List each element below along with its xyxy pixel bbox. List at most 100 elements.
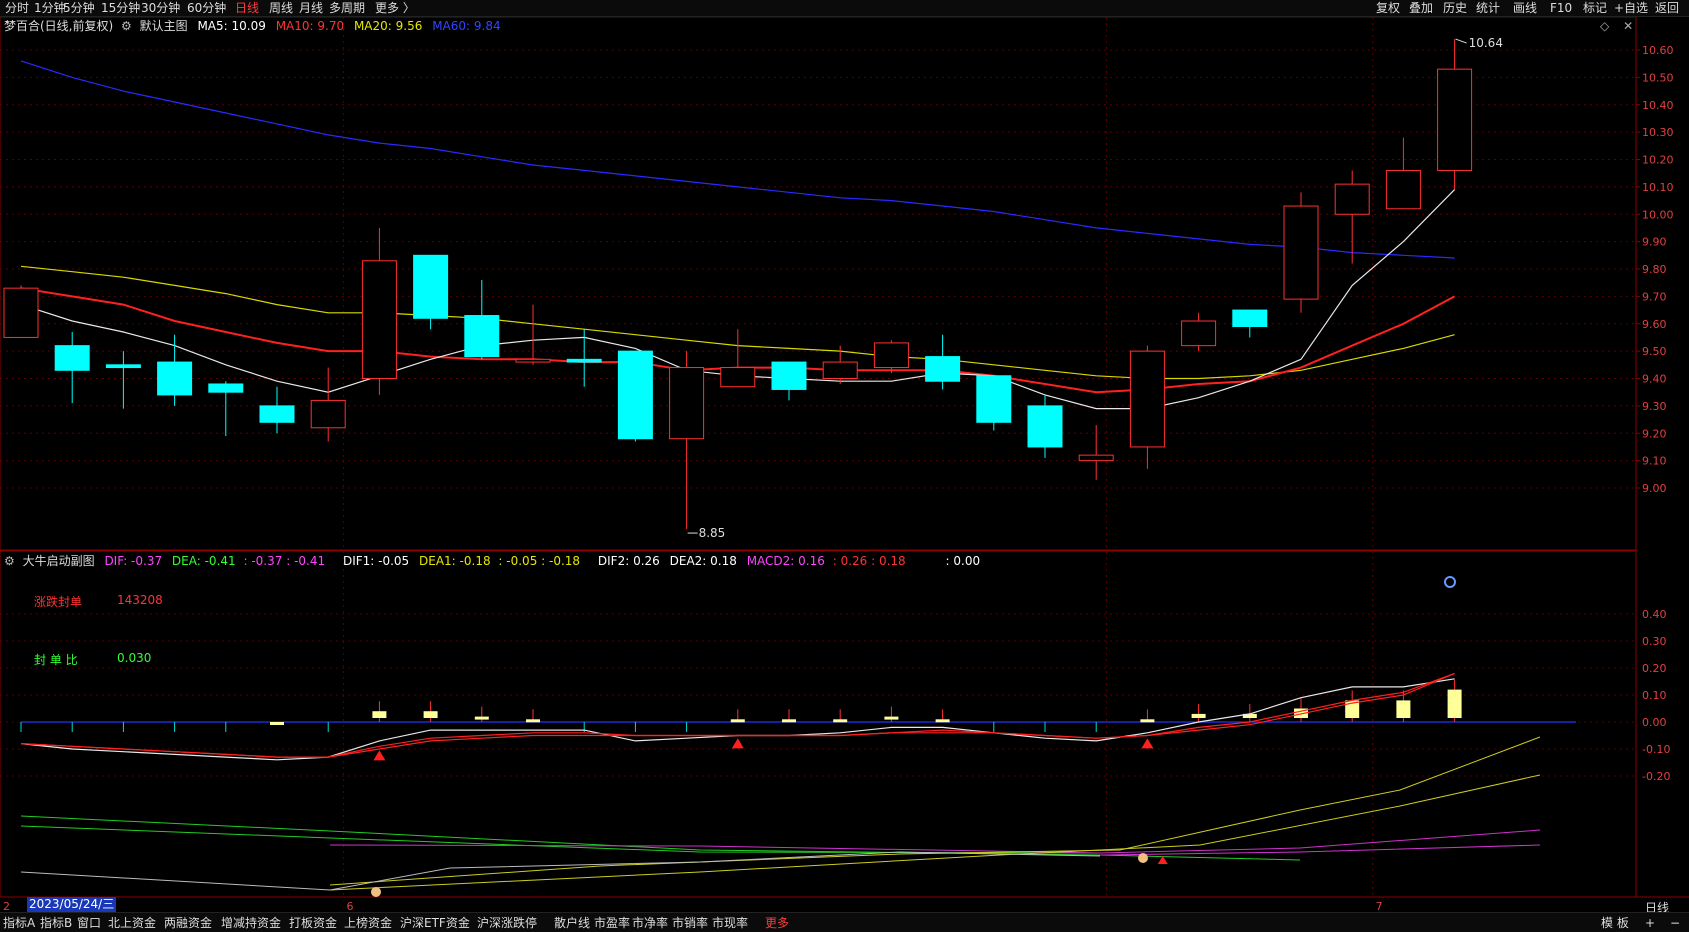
sub-bar (833, 719, 848, 723)
sub-title[interactable]: 大牛启动副图 (23, 554, 95, 568)
limit-label: 涨跌封单 (34, 595, 83, 609)
price-tick-label: 9.80 (1642, 263, 1667, 276)
toolbar-button-1[interactable]: 叠加 (1409, 0, 1433, 16)
dif-value: DIF: -0.37 (104, 554, 163, 568)
candle-body (208, 383, 244, 393)
main-chart-info: 梦百合(日线,前复权) ⚙ 默认主图 MA5: 10.09 MA10: 9.70… (4, 18, 501, 34)
bottom-right-button-1[interactable]: + (1645, 915, 1655, 931)
ma10-value: MA10: 9.70 (275, 19, 345, 33)
toolbar-button-6[interactable]: 标记 (1583, 0, 1607, 16)
bottom-tab-10[interactable]: 散户线 (554, 915, 590, 931)
sub-bar (526, 719, 540, 723)
ma5-value: MA5: 10.09 (197, 19, 266, 33)
candle-body (54, 345, 90, 371)
toolbar-button-4[interactable]: 画线 (1513, 0, 1537, 16)
close-icon[interactable]: ✕ (1623, 19, 1633, 33)
price-tick-label: 10.20 (1642, 154, 1674, 167)
bottom-tab-7[interactable]: 上榜资金 (344, 915, 392, 931)
bottom-tab-9[interactable]: 沪深涨跌停 (477, 915, 537, 931)
sub-bar (474, 716, 489, 720)
tab-8[interactable]: 月线 (299, 0, 323, 16)
tab-7[interactable]: 周线 (269, 0, 293, 16)
main-chart-controls: ◇ ✕ (1600, 18, 1633, 34)
candle-body (925, 356, 961, 382)
chart-canvas[interactable]: 10.60 10.50 10.40 10.30 10.20 10.10 10.00 9.90 9… (0, 0, 1689, 931)
bottom-tab-1[interactable]: 指标B (40, 915, 72, 931)
candle-body (873, 342, 909, 369)
bottom-tab-4[interactable]: 两融资金 (164, 915, 212, 931)
sub-bar (1191, 713, 1206, 718)
bottom-tab-13[interactable]: 市销率 (672, 915, 708, 931)
toolbar-button-0[interactable]: 复权 (1376, 0, 1400, 16)
tab-9[interactable]: 多周期 (329, 0, 365, 16)
sub-band-line-0 (20, 815, 1301, 861)
sub-bar (270, 722, 284, 725)
toolbar-button-8[interactable]: 返回 (1655, 0, 1679, 16)
sub-bar (1140, 719, 1155, 723)
candle-body (976, 375, 1012, 423)
candle-body (1334, 183, 1370, 215)
high-label: 10.64 (1469, 36, 1503, 50)
sub-tick-label: -0.10 (1642, 743, 1670, 756)
toolbar-button-7[interactable]: +自选 (1614, 0, 1648, 16)
tab-6[interactable]: 日线 (235, 0, 259, 16)
macd2-value: MACD2: 0.16 (746, 554, 825, 568)
bottom-tab-3[interactable]: 北上资金 (108, 915, 156, 931)
bottom-tab-6[interactable]: 打板资金 (289, 915, 337, 931)
pair3-value: : 0.26 : 0.18 (832, 554, 906, 568)
candle-body (1129, 350, 1165, 448)
bottom-tab-11[interactable]: 市盈率 (594, 915, 630, 931)
extra-value: : 0.00 (945, 554, 981, 568)
bottom-tab-5[interactable]: 增减持资金 (221, 915, 281, 931)
tab-2[interactable]: 5分钟 (63, 0, 95, 16)
bottom-tab-8[interactable]: 沪深ETF资金 (400, 915, 470, 931)
candle-body (157, 361, 193, 396)
sub-tick-label: 0.30 (1642, 635, 1667, 648)
sub-band-line-3 (329, 736, 1541, 886)
price-tick-label: 9.00 (1642, 482, 1667, 495)
low-label: 8.85 (699, 526, 726, 540)
toolbar-button-3[interactable]: 统计 (1476, 0, 1500, 16)
dea2-value: DEA2: 0.18 (669, 554, 737, 568)
bottom-tab-2[interactable]: 窗口 (77, 915, 101, 931)
tab-1[interactable]: 1分钟 (34, 0, 66, 16)
cursor-date: 2023/05/24/三 (27, 897, 117, 912)
bottom-indicator-bar: 指标A 指标B 窗口 北上资金 两融资金 增减持资金 打板资金 上榜资金 沪深ETF资金 沪深涨跌… (0, 912, 1689, 932)
bottom-tab-0[interactable]: 指标A (3, 915, 35, 931)
hand-cursor-icon (1138, 853, 1148, 863)
candle-body (1181, 320, 1217, 347)
tab-4[interactable]: 30分钟 (141, 0, 180, 16)
price-tick-label: 10.50 (1642, 71, 1674, 84)
toolbar-button-5[interactable]: F10 (1550, 0, 1572, 16)
bottom-tab-15[interactable]: 更多 (765, 915, 789, 931)
flower-icon (1444, 576, 1456, 588)
price-tick-label: 10.00 (1642, 208, 1674, 221)
sub-bar (935, 719, 950, 723)
sub-bar (423, 711, 438, 718)
candle-body (617, 350, 653, 440)
bottom-tab-14[interactable]: 市现率 (712, 915, 748, 931)
view-name[interactable]: 默认主图 (140, 19, 188, 33)
toolbar-button-2[interactable]: 历史 (1443, 0, 1467, 16)
gear-icon[interactable]: ⚙ (121, 19, 132, 33)
sub-band-line-6 (20, 851, 1101, 891)
bottom-tab-12[interactable]: 市净率 (632, 915, 668, 931)
ma60-value: MA60: 9.84 (432, 19, 501, 33)
candle-body (259, 405, 295, 423)
limit-value: 143208 (117, 593, 163, 607)
bottom-right-button-2[interactable]: − (1670, 915, 1680, 931)
stock-title[interactable]: 梦百合(日线,前复权) (4, 19, 113, 33)
dea1-value: DEA1: -0.18 (419, 554, 491, 568)
ma60-line (20, 60, 1455, 259)
price-tick-label: 10.30 (1642, 126, 1674, 139)
tab-3[interactable]: 15分钟 (101, 0, 140, 16)
bottom-right-button-0[interactable]: 模 板 (1601, 915, 1629, 931)
tab-10[interactable]: 更多 〉 (375, 0, 415, 16)
candle-body (310, 399, 346, 429)
sub-gear-icon[interactable]: ⚙ (4, 554, 15, 568)
diamond-icon[interactable]: ◇ (1600, 19, 1609, 33)
tab-0[interactable]: 分时 (5, 0, 29, 16)
dif1-value: DIF1: -0.05 (342, 554, 410, 568)
price-tick-label: 9.40 (1642, 373, 1667, 386)
tab-5[interactable]: 60分钟 (187, 0, 226, 16)
